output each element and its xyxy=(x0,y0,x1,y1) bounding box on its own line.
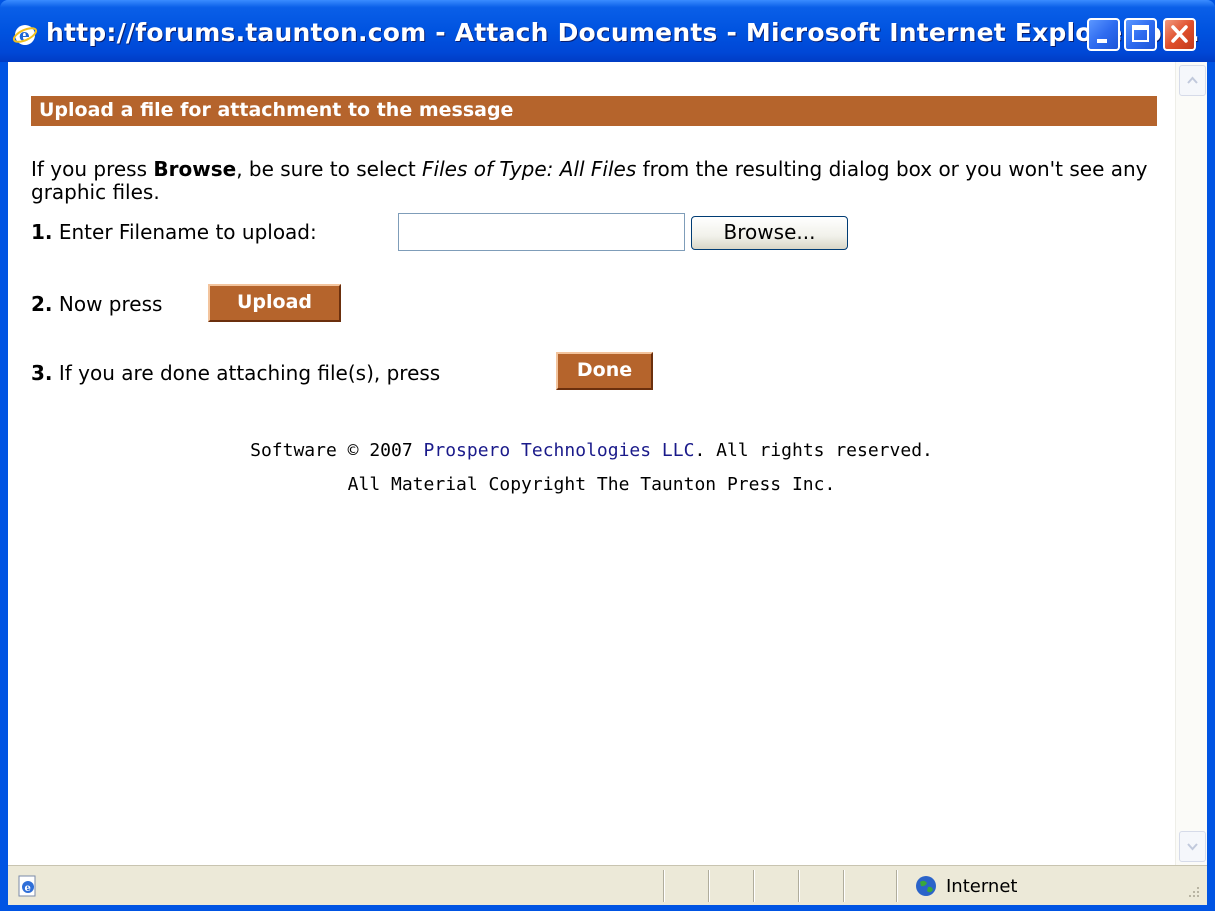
svg-text:e: e xyxy=(25,883,31,894)
close-button[interactable] xyxy=(1163,18,1196,51)
maximize-button[interactable] xyxy=(1124,18,1157,51)
filename-input[interactable] xyxy=(398,213,685,251)
resize-grip-icon[interactable] xyxy=(1183,883,1201,901)
step-1-label: Enter Filename to upload: xyxy=(52,220,317,244)
security-zone-label: Internet xyxy=(946,876,1018,897)
close-icon xyxy=(1171,25,1188,43)
scroll-down-button[interactable] xyxy=(1179,831,1206,862)
prospero-link[interactable]: Prospero Technologies LLC xyxy=(424,440,695,461)
instructions-part1: If you press xyxy=(31,157,154,181)
step-3-number: 3. xyxy=(31,361,53,385)
step-2-label: Now press xyxy=(52,292,163,316)
minimize-icon xyxy=(1097,39,1107,43)
footer-rights-text: . All rights reserved. xyxy=(694,440,933,461)
footer-copyright-prefix: Software © 2007 xyxy=(250,440,424,461)
instructions-files-type: Files of Type: All Files xyxy=(422,157,637,181)
vertical-scrollbar[interactable] xyxy=(1175,62,1207,865)
footer-line-1: Software © 2007 Prospero Technologies LL… xyxy=(8,440,1175,461)
minimize-button[interactable] xyxy=(1087,18,1120,51)
instructions-part2: , be sure to select xyxy=(236,157,423,181)
status-divider xyxy=(798,870,800,902)
step-3: 3. If you are done attaching file(s), pr… xyxy=(31,361,440,385)
chevron-down-icon xyxy=(1187,843,1198,851)
browse-button[interactable]: Browse... xyxy=(691,216,848,250)
step-2-number: 2. xyxy=(31,292,53,316)
title-bar[interactable]: e http://forums.taunton.com - Attach Doc… xyxy=(0,0,1215,62)
footer-line-2: All Material Copyright The Taunton Press… xyxy=(347,474,836,495)
maximize-icon xyxy=(1132,25,1149,42)
scroll-up-button[interactable] xyxy=(1179,65,1206,96)
status-bar: e Internet xyxy=(8,865,1207,905)
ie-page-icon: e xyxy=(18,875,36,897)
step-3-label: If you are done attaching file(s), press xyxy=(52,361,441,385)
status-divider xyxy=(896,870,898,902)
instructions-browse-word: Browse xyxy=(153,157,237,181)
status-divider xyxy=(663,870,665,902)
ie-icon: e xyxy=(12,25,38,46)
globe-icon xyxy=(916,876,936,896)
status-divider xyxy=(708,870,710,902)
step-2: 2. Now press xyxy=(31,292,162,316)
chevron-up-icon xyxy=(1187,76,1198,84)
status-divider xyxy=(753,870,755,902)
step-1: 1. Enter Filename to upload: xyxy=(31,220,317,244)
section-header: Upload a file for attachment to the mess… xyxy=(31,96,1157,126)
window-title: http://forums.taunton.com - Attach Docum… xyxy=(46,18,1200,47)
status-divider xyxy=(843,870,845,902)
step-1-number: 1. xyxy=(31,220,53,244)
done-button[interactable]: Done xyxy=(556,352,653,390)
browser-window: e http://forums.taunton.com - Attach Doc… xyxy=(0,0,1215,911)
upload-button[interactable]: Upload xyxy=(208,284,341,322)
section-header-text: Upload a file for attachment to the mess… xyxy=(39,99,514,121)
instructions-text: If you press Browse, be sure to select F… xyxy=(31,158,1171,204)
